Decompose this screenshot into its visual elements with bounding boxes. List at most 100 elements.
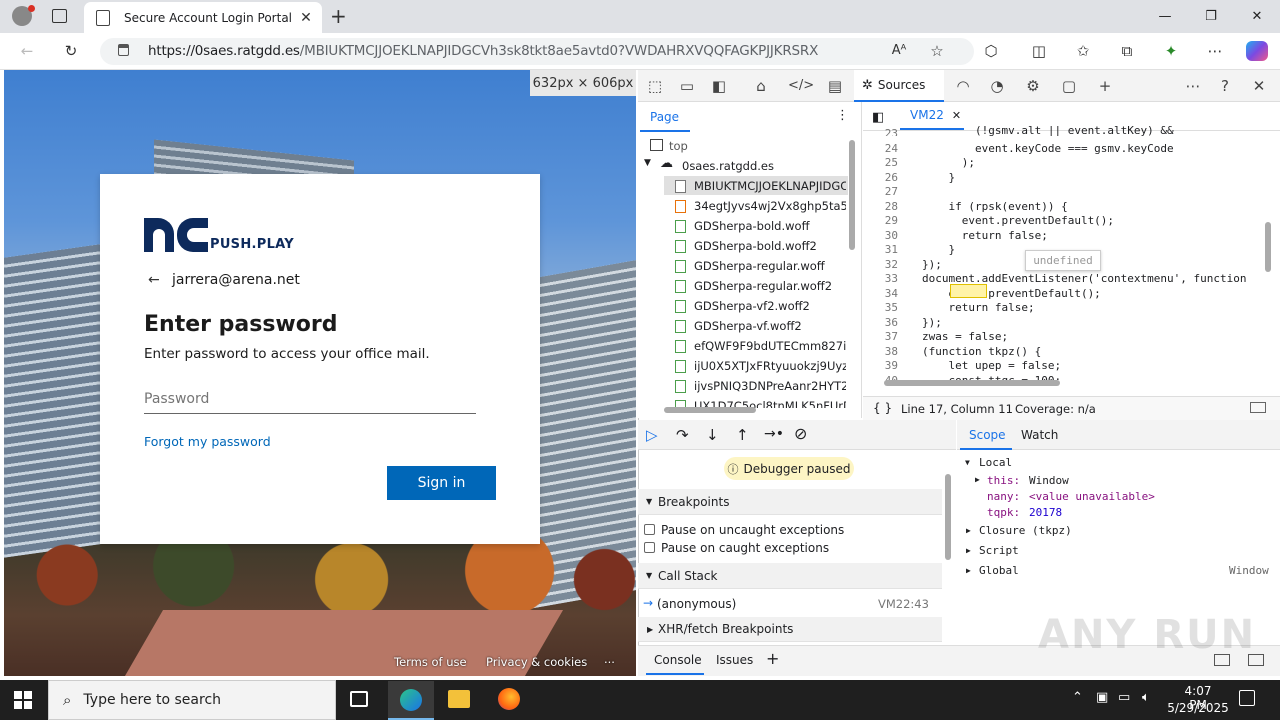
elements-icon[interactable]: </>: [788, 77, 814, 95]
back-arrow-icon[interactable]: ←: [148, 272, 160, 288]
performance-icon[interactable]: ✦: [1160, 42, 1182, 60]
volume-icon[interactable]: 🔈︎: [1142, 690, 1150, 705]
call-frame-name[interactable]: (anonymous): [657, 597, 736, 611]
device-icon[interactable]: ▣: [1096, 690, 1108, 705]
code-line[interactable]: return false;: [922, 301, 1034, 314]
close-devtools-icon[interactable]: ✕: [1248, 77, 1270, 95]
resume-icon[interactable]: ▷: [646, 426, 658, 444]
toggle-navigator-icon[interactable]: ◧: [872, 110, 884, 125]
code-line[interactable]: event.preventDefault();: [922, 214, 1114, 227]
more-options-link[interactable]: ...: [604, 652, 615, 666]
line-number[interactable]: 39: [864, 359, 898, 372]
forgot-password-link[interactable]: Forgot my password: [144, 434, 271, 449]
file-tree-item[interactable]: GDSherpa-vf2.woff2: [694, 299, 846, 313]
code-line[interactable]: });: [922, 258, 942, 271]
step-out-icon[interactable]: ↑: [736, 426, 749, 444]
line-number[interactable]: 37: [864, 330, 898, 343]
read-aloud-icon[interactable]: Aᴬ: [888, 42, 910, 60]
code-line[interactable]: }: [922, 171, 955, 184]
console-drawer-tab[interactable]: Console: [654, 653, 702, 667]
close-editor-tab-icon[interactable]: ✕: [952, 109, 961, 122]
dock-icon[interactable]: ◧: [708, 77, 730, 95]
close-window-button[interactable]: ✕: [1234, 0, 1280, 33]
settings-gear-icon[interactable]: ⚙: [1022, 77, 1044, 95]
favorite-star-icon[interactable]: ☆: [926, 42, 948, 60]
code-line[interactable]: (function tkpz() {: [922, 345, 1041, 358]
network-icon[interactable]: ◠: [952, 77, 974, 95]
line-number[interactable]: 31: [864, 243, 898, 256]
line-number[interactable]: 26: [864, 171, 898, 184]
refresh-icon[interactable]: ↻: [60, 42, 82, 60]
inspect-icon[interactable]: ⬚: [644, 77, 666, 95]
expand-arrow-icon[interactable]: ▼: [644, 158, 651, 168]
file-tree-item[interactable]: GDSherpa-vf.woff2: [694, 319, 846, 333]
line-number[interactable]: 30: [864, 229, 898, 242]
file-explorer-icon[interactable]: [448, 690, 470, 708]
navigator-vscrollbar[interactable]: [849, 140, 855, 250]
scope-tab[interactable]: Scope: [969, 428, 1006, 442]
file-tree-item[interactable]: GDSherpa-regular.woff2: [694, 279, 846, 293]
pause-caught-checkbox[interactable]: [644, 542, 655, 553]
line-number[interactable]: 27: [864, 185, 898, 198]
debugger-vscrollbar[interactable]: [945, 474, 951, 560]
line-number[interactable]: 32: [864, 258, 898, 271]
line-number[interactable]: 35: [864, 301, 898, 314]
breakpoints-section[interactable]: ▼ Breakpoints: [638, 489, 942, 515]
scope-local-arrow-icon[interactable]: ▼: [965, 458, 970, 467]
extensions-icon[interactable]: ⬡: [980, 42, 1002, 60]
file-tree-item[interactable]: efQWF9F9bdUTECmm827ij27: [694, 339, 846, 353]
xhr-breakpoints-section[interactable]: ▶ XHR/fetch Breakpoints: [638, 617, 942, 642]
clock-date[interactable]: 5/29/2025: [1166, 701, 1230, 715]
code-line[interactable]: zwas = false;: [922, 330, 1008, 343]
collections-icon[interactable]: ⧉: [1116, 42, 1138, 60]
call-stack-section[interactable]: ▼ Call Stack: [638, 563, 942, 589]
step-into-icon[interactable]: ↓: [706, 426, 719, 444]
performance-icon[interactable]: ◔: [986, 77, 1008, 95]
start-windows-icon[interactable]: [14, 691, 32, 709]
close-tab-icon[interactable]: ✕: [296, 10, 316, 26]
line-number[interactable]: 34: [864, 287, 898, 300]
call-frame-location[interactable]: VM22:43: [878, 597, 929, 611]
scope-global-arrow-icon[interactable]: ▶: [966, 566, 971, 575]
file-tree-item[interactable]: GDSherpa-regular.woff: [694, 259, 846, 273]
code-line[interactable]: event.keyCode === gsmv.keyCode: [922, 142, 1174, 155]
welcome-home-icon[interactable]: ⌂: [750, 77, 772, 95]
file-tree-item[interactable]: GDSherpa-bold.woff: [694, 219, 846, 233]
file-tree-item[interactable]: 34egtJyvs4wj2Vx8ghp5ta5e6T: [694, 199, 846, 213]
editor-vscrollbar[interactable]: [1265, 222, 1271, 272]
sign-in-button[interactable]: Sign in: [387, 466, 496, 500]
pretty-print-button[interactable]: { }: [873, 401, 892, 415]
minimize-button[interactable]: —: [1142, 0, 1188, 33]
navigator-hscrollbar[interactable]: [664, 407, 756, 413]
code-line[interactable]: );: [922, 156, 975, 169]
line-number[interactable]: 29: [864, 214, 898, 227]
code-line[interactable]: (!gsmv.alt || event.altKey) &&: [922, 124, 1174, 136]
split-screen-icon[interactable]: ◫: [1028, 42, 1050, 60]
issues-drawer-tab[interactable]: Issues: [716, 653, 753, 667]
navigator-menu-icon[interactable]: ⋮: [836, 108, 849, 123]
help-icon[interactable]: ?: [1214, 77, 1236, 95]
scope-closure-arrow-icon[interactable]: ▶: [966, 526, 971, 535]
line-number[interactable]: 38: [864, 345, 898, 358]
watch-tab[interactable]: Watch: [1021, 428, 1058, 442]
copilot-icon[interactable]: [1246, 41, 1268, 61]
new-tab-button[interactable]: +: [330, 4, 347, 28]
notification-icon[interactable]: [1239, 690, 1255, 706]
password-input[interactable]: [144, 384, 476, 414]
favorites-icon[interactable]: ✩: [1072, 42, 1094, 60]
tab-actions-icon[interactable]: [52, 9, 67, 23]
console-icon[interactable]: ▤: [824, 77, 846, 95]
code-line[interactable]: }: [922, 243, 955, 256]
line-number[interactable]: 36: [864, 316, 898, 329]
sources-tab[interactable]: ✲ Sources: [854, 70, 944, 102]
deactivate-breakpoints-icon[interactable]: ⊘: [794, 424, 807, 443]
browser-tab[interactable]: Secure Account Login Portal ✕: [84, 2, 322, 33]
line-number[interactable]: 23: [864, 127, 898, 136]
task-view-icon[interactable]: [350, 691, 368, 707]
line-number[interactable]: 33: [864, 272, 898, 285]
add-drawer-tab-icon[interactable]: +: [766, 649, 779, 668]
pause-uncaught-checkbox[interactable]: [644, 524, 655, 535]
more-tools-icon[interactable]: +: [1094, 77, 1116, 95]
code-line[interactable]: });: [922, 316, 942, 329]
file-tree-item[interactable]: ijU0X5XTJxFRtyuuokzj9UyzIUE: [694, 359, 846, 373]
